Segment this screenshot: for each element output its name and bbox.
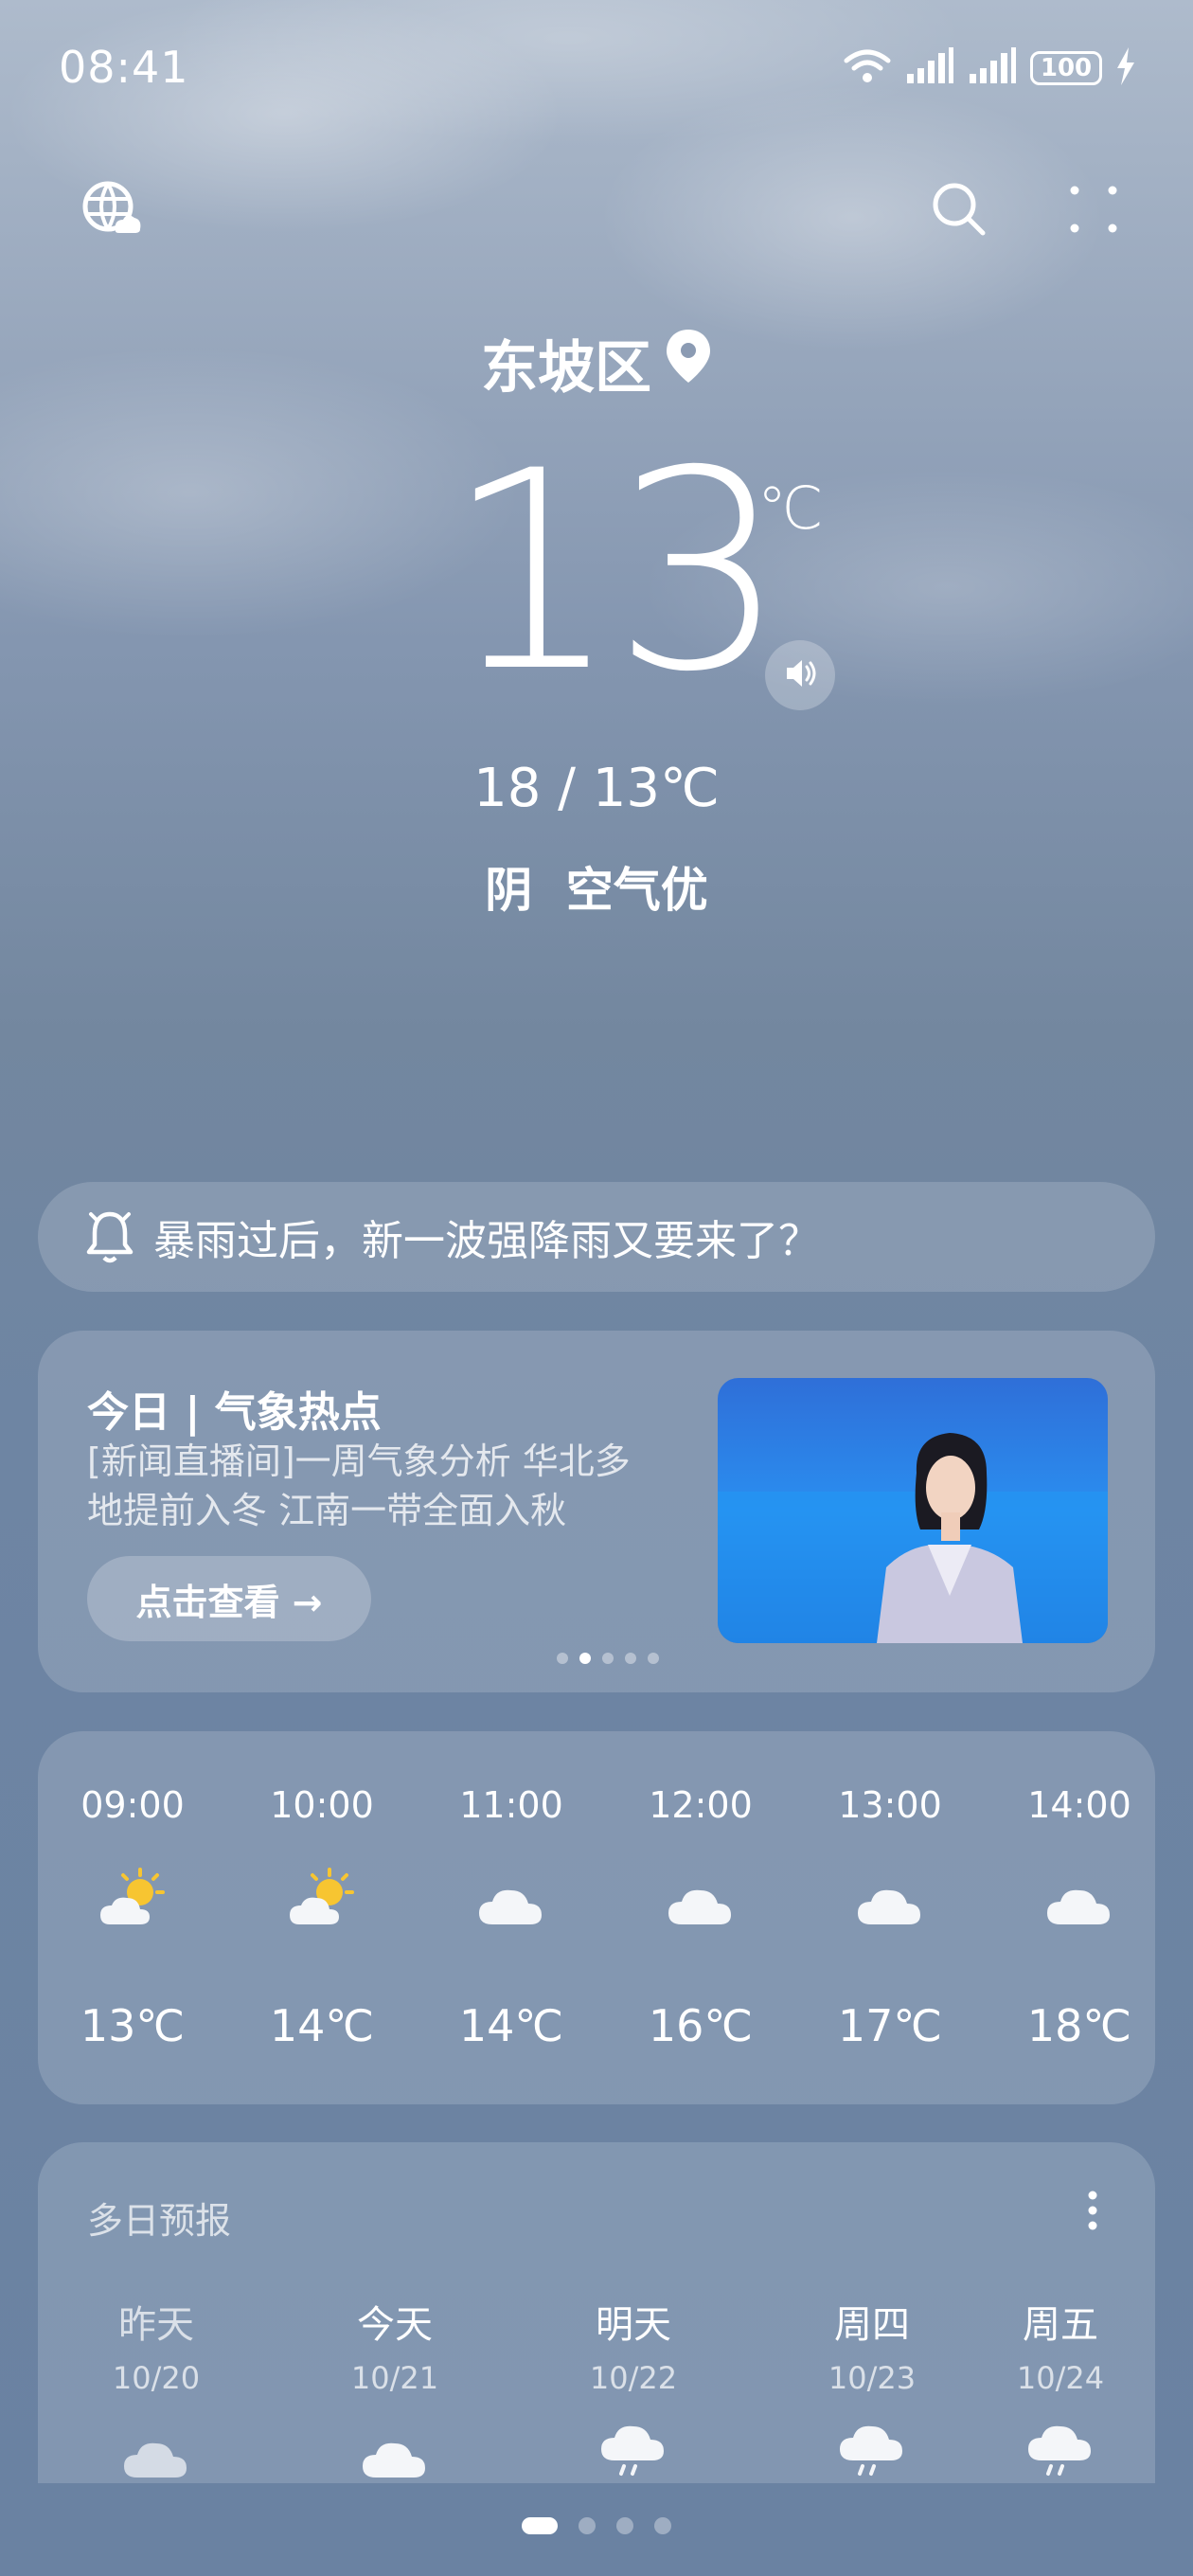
location-title[interactable]: 东坡区 (0, 322, 1193, 404)
hour-temp: 14℃ (269, 2000, 375, 2051)
partly-sunny-icon (290, 1868, 354, 1924)
hour-time: 11:00 (459, 1784, 563, 1826)
cloud-icon (363, 2442, 425, 2478)
page-dot[interactable] (579, 2517, 596, 2534)
page-dot-active[interactable] (522, 2517, 558, 2534)
status-icons: 100 (843, 47, 1136, 89)
hour-temp: 18℃ (1026, 2000, 1132, 2051)
news-title: 今日 | 气象热点 (87, 1388, 382, 1437)
location-pin-icon (665, 328, 712, 399)
carousel-dot-active (579, 1653, 591, 1664)
carousel-dot (602, 1653, 614, 1664)
view-button[interactable]: 点击查看 → (87, 1556, 371, 1641)
wifi-icon (843, 47, 892, 89)
day-date: 10/20 (112, 2360, 201, 2396)
cloud-icon (124, 2442, 187, 2478)
page-dot[interactable] (654, 2517, 671, 2534)
battery-indicator: 100 (1030, 51, 1102, 85)
news-description: [新闻直播间]一周气象分析 华北多地提前入冬 江南一带全面入秋 (87, 1440, 631, 1531)
search-icon[interactable] (926, 176, 992, 242)
rain-icon (601, 2425, 664, 2476)
day-name: 周四 (834, 2303, 910, 2347)
day-name: 明天 (596, 2303, 671, 2347)
hour-time: 14:00 (1027, 1784, 1131, 1826)
signal-icon (905, 47, 954, 89)
more-options-icon[interactable] (1060, 176, 1127, 242)
temperature-range: 18 / 13℃ (473, 758, 720, 819)
carousel-dots (557, 1653, 659, 1664)
rain-icon (840, 2425, 902, 2476)
news-card[interactable]: 今日 | 气象热点 [新闻直播间]一周气象分析 华北多地提前入冬 江南一带全面入… (38, 1331, 1155, 1692)
hour-temp: 17℃ (837, 2000, 943, 2051)
current-temperature: 13 (445, 413, 787, 732)
page-indicator (0, 2517, 1193, 2534)
page-dot[interactable] (616, 2517, 633, 2534)
news-thumbnail[interactable] (718, 1378, 1108, 1643)
cloud-icon (668, 1889, 731, 1924)
temperature-unit: ℃ (757, 474, 824, 543)
carousel-dot (557, 1653, 568, 1664)
daily-forecast-title: 多日预报 (87, 2200, 232, 2242)
charging-icon (1115, 47, 1136, 89)
hourly-forecast-card[interactable]: 09:00 13℃ 10:00 14℃ 11:00 14℃ 12:00 16℃ … (38, 1731, 1155, 2104)
day-name: 今天 (357, 2303, 433, 2347)
carousel-dot (648, 1653, 659, 1664)
location-name: 东坡区 (481, 335, 651, 402)
hour-time: 12:00 (649, 1784, 753, 1826)
hour-temp: 13℃ (80, 2000, 186, 2051)
day-date: 10/23 (828, 2360, 917, 2396)
cloud-icon (858, 1889, 920, 1924)
day-name: 昨天 (118, 2303, 194, 2347)
hour-time: 09:00 (80, 1784, 185, 1826)
partly-sunny-icon (100, 1868, 165, 1924)
daily-forecast-card[interactable]: 多日预报 昨天 10/20 今天 10/21 明天 10/22 周四 10/23… (38, 2142, 1155, 2483)
alert-text: 暴雨过后，新一波强降雨又要来了？ (153, 1217, 820, 1265)
status-time: 08:41 (59, 42, 189, 93)
more-vertical-icon[interactable] (1087, 2190, 1098, 2235)
carousel-dot (625, 1653, 636, 1664)
weather-condition: 阴 空气优 (485, 863, 708, 918)
day-date: 10/22 (589, 2360, 678, 2396)
signal-icon (968, 47, 1017, 89)
hour-time: 13:00 (838, 1784, 942, 1826)
alert-banner[interactable]: 暴雨过后，新一波强降雨又要来了？ (38, 1182, 1155, 1292)
day-date: 10/21 (350, 2360, 439, 2396)
speaker-button[interactable] (765, 640, 835, 710)
cloud-icon (1047, 1889, 1110, 1924)
hour-temp: 14℃ (458, 2000, 564, 2051)
hour-temp: 16℃ (648, 2000, 754, 2051)
day-date: 10/24 (1016, 2360, 1105, 2396)
hour-time: 10:00 (270, 1784, 374, 1826)
rain-icon (1028, 2425, 1091, 2476)
speaker-icon (781, 654, 819, 696)
day-name: 周五 (1023, 2303, 1098, 2347)
cloud-icon (479, 1889, 542, 1924)
globe-cloud-icon[interactable] (78, 176, 144, 242)
alert-bell-icon (85, 1208, 134, 1265)
